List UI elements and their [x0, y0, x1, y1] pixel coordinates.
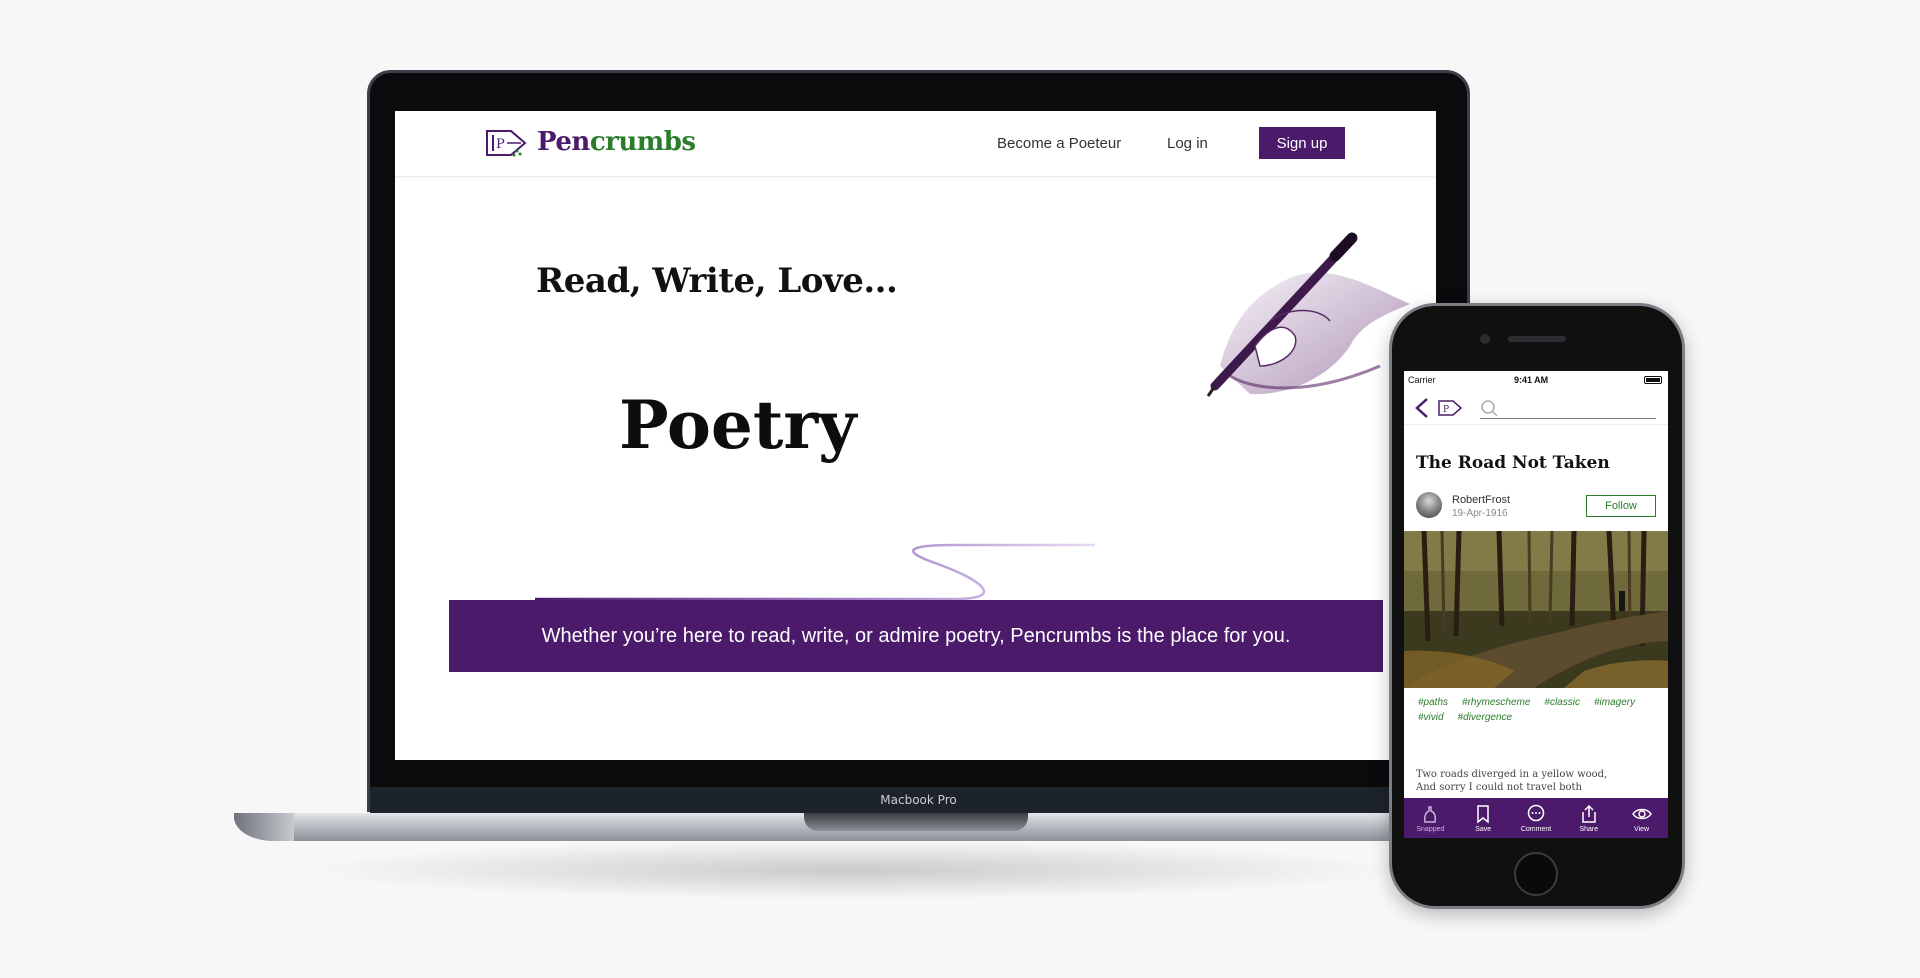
svg-text:P: P [1443, 405, 1449, 415]
tab-label: Share [1579, 825, 1599, 833]
pencrumbs-logo-icon[interactable]: P [1438, 399, 1462, 417]
hashtag[interactable]: #classic [1544, 697, 1580, 708]
poem-title: The Road Not Taken [1416, 453, 1610, 473]
search-input[interactable] [1480, 397, 1656, 419]
logo-wordmark[interactable]: Pencrumbs [537, 127, 696, 157]
snapped-hand-icon [1424, 805, 1437, 823]
tab-save[interactable]: Save [1459, 804, 1507, 833]
tab-label: Save [1475, 825, 1492, 833]
tagline-banner: Whether you’re here to read, write, or a… [449, 600, 1383, 672]
hashtag[interactable]: #divergence [1458, 712, 1512, 723]
comment-icon [1527, 804, 1545, 821]
tab-comment[interactable]: Comment [1512, 804, 1560, 833]
become-poeteur-link[interactable]: Become a Poeteur [997, 135, 1121, 152]
poem-line: Two roads diverged in a yellow wood, [1416, 769, 1608, 780]
laptop-chin: Macbook Pro [370, 787, 1467, 813]
eye-icon [1631, 808, 1652, 819]
hero-tagline: Read, Write, Love... [536, 261, 898, 301]
app-header: P [1404, 389, 1668, 425]
author-avatar[interactable] [1416, 492, 1442, 518]
hashtag[interactable]: #vivid [1418, 712, 1444, 723]
hand-writing-illustration [1206, 232, 1410, 397]
phone-screen: Carrier 9:41 AM P The Road Not Taken Rob… [1404, 371, 1668, 838]
phone-speaker [1508, 336, 1566, 342]
laptop-screen: P Pencrumbs Become a Poeteur Log in Sign… [395, 111, 1436, 760]
status-bar: Carrier 9:41 AM [1404, 371, 1668, 389]
phone-home-button[interactable] [1514, 852, 1558, 896]
battery-icon [1644, 376, 1662, 384]
signup-button[interactable]: Sign up [1259, 127, 1345, 159]
hashtag[interactable]: #imagery [1594, 697, 1635, 708]
status-carrier: Carrier [1408, 375, 1436, 385]
tab-label: Snapped [1416, 825, 1445, 833]
login-link[interactable]: Log in [1167, 135, 1208, 152]
hashtag[interactable]: #rhymescheme [1462, 697, 1530, 708]
tab-view[interactable]: View [1618, 804, 1666, 833]
poem-date: 19-Apr-1916 [1452, 508, 1508, 519]
poem-line: And sorry I could not travel both [1416, 782, 1582, 793]
bookmark-icon [1477, 804, 1489, 824]
share-icon [1582, 804, 1596, 823]
hashtag-list: #paths #rhymescheme #classic #imagery #v… [1418, 697, 1662, 723]
ink-line-decoration [535, 543, 1095, 601]
laptop-model-label: Macbook Pro [880, 793, 957, 807]
tab-snapped[interactable]: Snapped [1406, 804, 1454, 833]
phone-camera [1480, 334, 1490, 344]
laptop-notch [804, 813, 1028, 831]
follow-button[interactable]: Follow [1586, 495, 1656, 517]
author-name[interactable]: RobertFrost [1452, 494, 1510, 506]
bottom-tab-bar: Snapped Save Comment Share View [1404, 798, 1668, 838]
forest-path-photo [1404, 531, 1668, 688]
tab-label: Comment [1520, 825, 1552, 833]
svg-text:P: P [496, 137, 505, 152]
search-icon [1481, 400, 1498, 417]
logo-text-crumbs: crumbs [589, 127, 696, 157]
tab-label: View [1634, 825, 1650, 833]
site-navbar: P Pencrumbs Become a Poeteur Log in Sign… [395, 111, 1436, 177]
pencrumbs-logo-icon[interactable]: P [485, 127, 527, 159]
tab-share[interactable]: Share [1565, 804, 1613, 833]
logo-text-pen: Pen [537, 127, 590, 157]
status-time: 9:41 AM [1514, 375, 1549, 385]
back-arrow-icon[interactable] [1414, 397, 1430, 419]
hashtag[interactable]: #paths [1418, 697, 1448, 708]
laptop-shadow [300, 840, 1400, 900]
